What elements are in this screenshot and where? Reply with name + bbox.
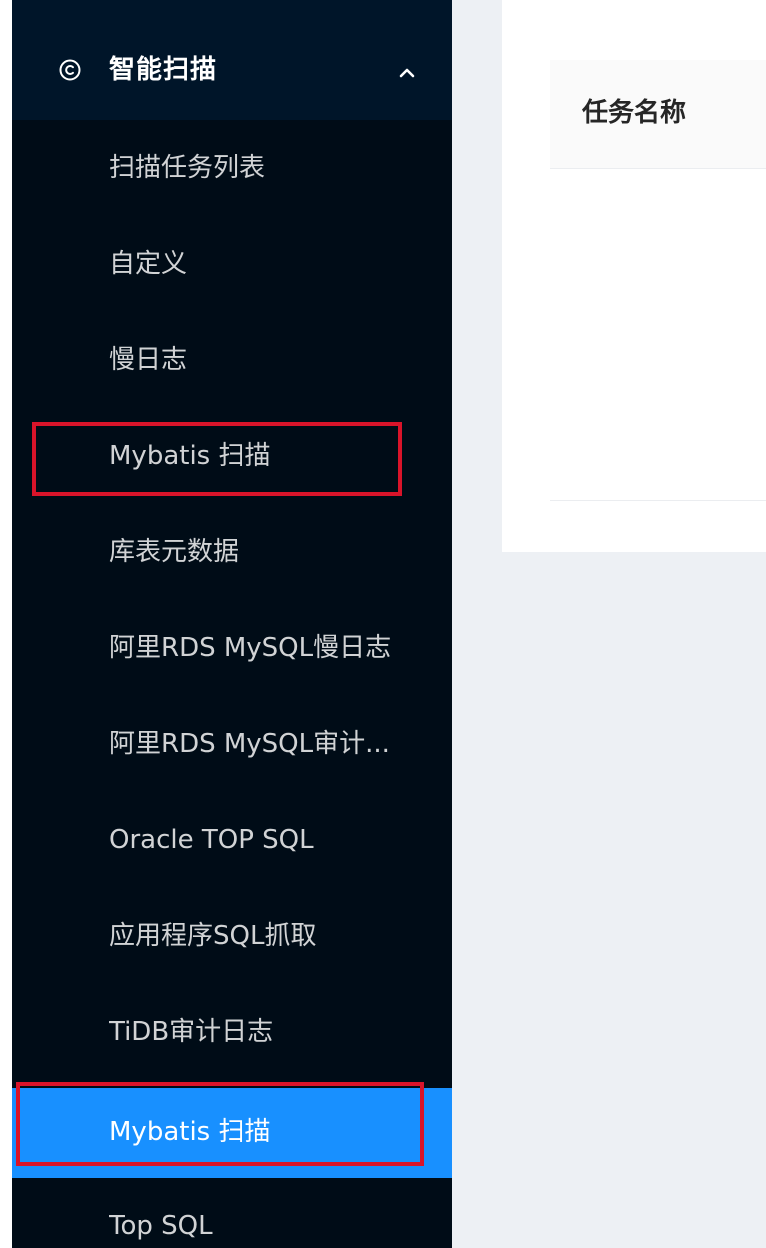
sidebar-item-label: 库表元数据 bbox=[109, 537, 240, 567]
sidebar-item-top-sql[interactable]: Top SQL bbox=[12, 1178, 452, 1248]
table-header: 任务名称 bbox=[550, 60, 766, 169]
sidebar-item-oracle-top-sql[interactable]: Oracle TOP SQL bbox=[12, 792, 452, 888]
sidebar-item-label: Oracle TOP SQL bbox=[109, 825, 314, 855]
column-header-task-name[interactable]: 任务名称 bbox=[582, 96, 686, 130]
sidebar-item-label: 应用程序SQL抓取 bbox=[109, 921, 317, 951]
sidebar-item-tidb-audit-log[interactable]: TiDB审计日志 bbox=[12, 984, 452, 1080]
sidebar-item-scan-task-list[interactable]: 扫描任务列表 bbox=[12, 120, 452, 216]
window-edge bbox=[0, 0, 12, 1248]
sidebar-item-slow-log[interactable]: 慢日志 bbox=[12, 312, 452, 408]
sidebar-item-label: 阿里RDS MySQL审计... bbox=[109, 729, 390, 759]
sidebar-item-label: 扫描任务列表 bbox=[109, 153, 266, 183]
submenu-list: 扫描任务列表 自定义 慢日志 Mybatis 扫描 库表元数据 阿里RDS My… bbox=[12, 120, 452, 1248]
table-divider bbox=[550, 500, 766, 501]
sidebar-item-label: 慢日志 bbox=[109, 345, 188, 375]
submenu-title: 智能扫描 bbox=[109, 55, 218, 85]
sidebar: 智能扫描 扫描任务列表 自定义 慢日志 Mybatis 扫描 库表元数据 阿里R… bbox=[12, 0, 452, 1248]
copyright-circle-icon bbox=[59, 59, 81, 81]
chevron-up-icon[interactable] bbox=[398, 64, 416, 78]
sidebar-item-label: Mybatis 扫描 bbox=[109, 441, 271, 471]
submenu-smart-scan[interactable]: 智能扫描 bbox=[12, 22, 452, 120]
sidebar-item-mybatis-scan-selected[interactable]: Mybatis 扫描 bbox=[12, 1088, 452, 1178]
sidebar-item-label: 自定义 bbox=[109, 249, 188, 279]
content-card: 任务名称 bbox=[502, 0, 766, 552]
sidebar-item-custom[interactable]: 自定义 bbox=[12, 216, 452, 312]
sidebar-item-label: Mybatis 扫描 bbox=[109, 1117, 271, 1147]
sidebar-item-app-sql-capture[interactable]: 应用程序SQL抓取 bbox=[12, 888, 452, 984]
sidebar-item-label: 阿里RDS MySQL慢日志 bbox=[109, 633, 392, 663]
sidebar-item-aliyun-rds-slow-log[interactable]: 阿里RDS MySQL慢日志 bbox=[12, 600, 452, 696]
sidebar-item-mybatis-scan[interactable]: Mybatis 扫描 bbox=[12, 408, 452, 504]
sidebar-item-table-metadata[interactable]: 库表元数据 bbox=[12, 504, 452, 600]
sidebar-item-label: TiDB审计日志 bbox=[109, 1017, 274, 1047]
sidebar-item-aliyun-rds-audit[interactable]: 阿里RDS MySQL审计... bbox=[12, 696, 452, 792]
sidebar-item-label: Top SQL bbox=[109, 1211, 213, 1241]
sidebar-previous-item-edge bbox=[12, 0, 452, 22]
